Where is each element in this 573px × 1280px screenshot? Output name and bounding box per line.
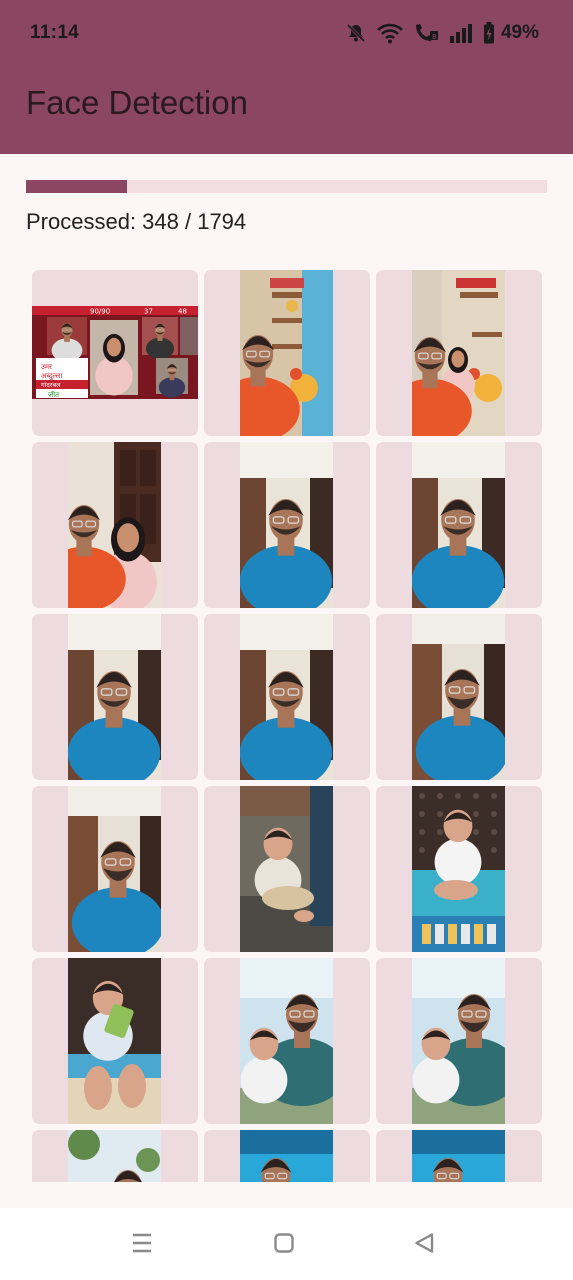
back-button[interactable] <box>409 1230 439 1260</box>
recent-apps-button[interactable] <box>127 1230 157 1260</box>
photo-tile[interactable] <box>376 958 542 1124</box>
photo-thumbnail: 90/90 37 48 उमर अब्दुल्ला गांदरबल जीत <box>32 306 198 399</box>
photo-thumbnail <box>412 270 505 436</box>
photo-thumbnail <box>412 958 505 1124</box>
signal-icon <box>449 23 473 43</box>
photo-thumbnail <box>412 614 505 780</box>
photo-tile[interactable] <box>204 786 370 952</box>
wifi-call-icon: B <box>413 22 439 44</box>
home-button[interactable] <box>269 1230 299 1260</box>
photo-tile[interactable] <box>204 270 370 436</box>
page-title: Face Detection <box>26 84 248 121</box>
status-icons: B 49% <box>345 20 539 46</box>
photo-thumbnail <box>412 1130 505 1182</box>
photo-thumbnail <box>412 442 505 608</box>
status-time: 11:14 <box>30 22 80 43</box>
svg-text:उमर: उमर <box>41 363 52 371</box>
photo-thumbnail <box>240 1130 333 1182</box>
photo-tile[interactable] <box>204 1130 370 1182</box>
photo-tile[interactable] <box>376 786 542 952</box>
mute-bell-icon <box>345 22 367 44</box>
back-triangle-icon <box>413 1232 435 1259</box>
photo-tile[interactable] <box>376 1130 542 1182</box>
svg-text:37: 37 <box>144 308 153 316</box>
svg-text:जीत: जीत <box>48 390 60 399</box>
photo-thumbnail <box>68 442 161 608</box>
photo-thumbnail <box>240 442 333 608</box>
photo-thumbnail <box>68 786 161 952</box>
photo-tile[interactable] <box>32 786 198 952</box>
photo-tile[interactable] <box>204 614 370 780</box>
wifi-icon <box>377 22 403 44</box>
photo-thumbnail <box>240 614 333 780</box>
status-bar: 11:14 B 49% <box>0 0 573 64</box>
photo-tile[interactable] <box>376 270 542 436</box>
svg-text:90/90: 90/90 <box>90 308 110 316</box>
photo-tile[interactable] <box>32 442 198 608</box>
photo-grid-scroll[interactable]: 90/90 37 48 उमर अब्दुल्ला गांदरबल जीत <box>0 262 573 1182</box>
app-bar: Face Detection <box>0 64 573 154</box>
photo-thumbnail <box>240 786 333 952</box>
progress-bar-fill <box>26 180 128 193</box>
photo-tile[interactable] <box>32 614 198 780</box>
svg-text:गांदरबल: गांदरबल <box>41 381 61 389</box>
system-nav-bar <box>0 1208 573 1280</box>
processed-count: Processed: 348 / 1794 <box>26 209 247 234</box>
photo-tile[interactable] <box>376 614 542 780</box>
menu-icon <box>130 1232 154 1259</box>
progress-bar <box>26 180 547 193</box>
photo-grid: 90/90 37 48 उमर अब्दुल्ला गांदरबल जीत <box>32 270 542 1182</box>
photo-tile[interactable]: 90/90 37 48 उमर अब्दुल्ला गांदरबल जीत <box>32 270 198 436</box>
photo-thumbnail <box>240 958 333 1124</box>
home-square-icon <box>273 1232 295 1259</box>
photo-thumbnail <box>240 270 333 436</box>
photo-tile[interactable] <box>204 958 370 1124</box>
photo-tile[interactable] <box>32 958 198 1124</box>
svg-text:B: B <box>432 33 437 41</box>
svg-text:अब्दुल्ला: अब्दुल्ला <box>41 372 62 381</box>
photo-thumbnail <box>68 1130 161 1182</box>
photo-thumbnail <box>412 786 505 952</box>
photo-thumbnail <box>68 958 161 1124</box>
battery-charging-icon <box>483 22 495 44</box>
photo-tile[interactable] <box>32 1130 198 1182</box>
svg-text:48: 48 <box>178 308 187 316</box>
photo-thumbnail <box>68 614 161 780</box>
photo-tile[interactable] <box>204 442 370 608</box>
photo-tile[interactable] <box>376 442 542 608</box>
battery-percentage: 49% <box>500 22 539 43</box>
